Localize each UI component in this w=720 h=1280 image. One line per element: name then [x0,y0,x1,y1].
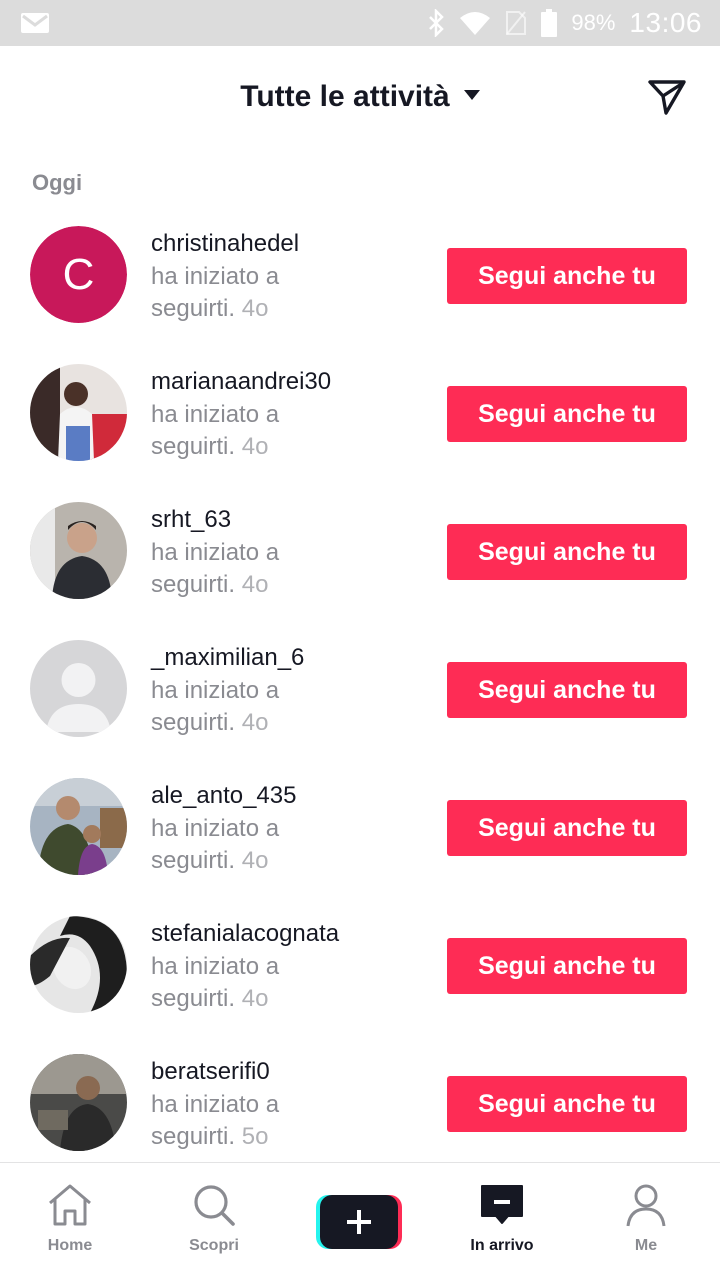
activity-line-2: seguirti. [151,709,236,736]
follow-back-button[interactable]: Segui anche tu [447,938,687,994]
activity-line-1: ha iniziato a [151,953,280,980]
activity-text: ha iniziato a seguirti. 4o [151,813,351,877]
activity-line-2: seguirti. [151,571,236,598]
wifi-icon [460,12,491,35]
follow-back-button[interactable]: Segui anche tu [447,524,687,580]
nav-me[interactable]: Me [591,1183,701,1255]
activity-line-1: ha iniziato a [151,1091,280,1118]
nav-discover-label: Scopri [189,1237,239,1254]
follow-back-button[interactable]: Segui anche tu [447,386,687,442]
avatar[interactable] [30,364,127,461]
nav-home-label: Home [47,1237,93,1254]
activity-line-1: ha iniziato a [151,539,280,566]
follow-back-button[interactable]: Segui anche tu [447,1076,687,1132]
activity-line-2: seguirti. [151,1123,236,1150]
follow-back-button[interactable]: Segui anche tu [447,800,687,856]
list-item: beratserifi0 ha iniziato a seguirti. 5o S… [0,1036,720,1174]
username[interactable]: _maximilian_6 [151,644,304,672]
nav-inbox-label: In arrivo [470,1237,534,1254]
follow-back-button[interactable]: Segui anche tu [447,248,687,304]
avatar[interactable] [30,502,127,599]
username[interactable]: srht_63 [151,506,231,534]
search-icon [194,1185,235,1226]
create-video-button[interactable] [316,1195,402,1249]
activity-text: ha iniziato a seguirti. 5o [151,1089,351,1153]
activity-line-2: seguirti. [151,433,236,460]
user-photo [30,364,127,461]
activity-text: ha iniziato a seguirti. 4o [151,261,351,325]
list-item: ale_anto_435 ha iniziato a seguirti. 4o S… [0,760,720,898]
time-ago: 4o [241,571,269,598]
inbox-icon [481,1185,523,1224]
battery-percentage: 98% [571,10,616,35]
follow-back-button[interactable]: Segui anche tu [447,662,687,718]
activity-text: ha iniziato a seguirti. 4o [151,675,351,739]
username[interactable]: ale_anto_435 [151,782,296,810]
letter-avatar-icon: C [30,226,127,323]
avatar[interactable] [30,778,127,875]
default-avatar-icon [30,640,127,737]
activity-line-1: ha iniziato a [151,815,280,842]
user-photo [30,1054,127,1151]
time-ago: 4o [241,985,269,1012]
activity-line-2: seguirti. [151,295,236,322]
activity-line-2: seguirti. [151,847,236,874]
direct-messages-button[interactable] [646,76,688,118]
activity-filter-dropdown[interactable]: Tutte le attività [0,80,720,114]
nav-inbox[interactable]: In arrivo [447,1183,557,1255]
avatar[interactable] [30,640,127,737]
activity-text: ha iniziato a seguirti. 4o [151,537,351,601]
status-clock: 13:06 [629,7,702,38]
list-item: srht_63 ha iniziato a seguirti. 4o Segui … [0,484,720,622]
list-item: marianaandrei30 ha iniziato a seguirti. 4… [0,346,720,484]
home-icon [49,1184,91,1226]
nav-home[interactable]: Home [15,1183,125,1255]
user-photo [30,916,127,1013]
bottom-navigation: Home Scopri In arrivo Me [0,1162,720,1280]
time-ago: 4o [241,295,269,322]
time-ago: 4o [241,709,269,736]
time-ago: 5o [241,1123,269,1150]
activity-line-1: ha iniziato a [151,677,280,704]
list-item: _maximilian_6 ha iniziato a seguirti. 4o … [0,622,720,760]
username[interactable]: marianaandrei30 [151,368,331,396]
nav-me-label: Me [634,1237,658,1254]
activity-line-1: ha iniziato a [151,263,280,290]
user-photo [30,778,127,875]
bluetooth-icon [429,9,445,37]
user-photo [30,502,127,599]
page-title: Tutte le attività [240,80,450,113]
avatar[interactable]: C [30,226,127,323]
battery-icon [541,9,558,37]
profile-icon [626,1184,666,1227]
list-item: stefanialacognata ha iniziato a seguirti.… [0,898,720,1036]
inbox-header: Tutte le attività [0,46,720,150]
activity-line-2: seguirti. [151,985,236,1012]
paper-plane-icon [648,80,686,115]
no-sim-icon [506,11,527,35]
avatar[interactable] [30,916,127,1013]
activity-text: ha iniziato a seguirti. 4o [151,399,351,463]
caret-down-icon [463,90,480,101]
gmail-notification-icon [21,13,49,33]
plus-icon [316,1195,402,1249]
username[interactable]: beratserifi0 [151,1058,270,1086]
time-ago: 4o [241,433,269,460]
activity-line-1: ha iniziato a [151,401,280,428]
avatar-letter: C [63,250,95,299]
list-item: C christinahedel ha iniziato a seguirti. … [0,208,720,346]
section-label-today: Oggi [32,170,83,195]
time-ago: 4o [241,847,269,874]
notification-list: C christinahedel ha iniziato a seguirti. … [0,208,720,1174]
username[interactable]: christinahedel [151,230,299,258]
avatar[interactable] [30,1054,127,1151]
status-bar: 98% 13:06 [0,0,720,46]
username[interactable]: stefanialacognata [151,920,339,948]
nav-discover[interactable]: Scopri [159,1183,269,1255]
activity-text: ha iniziato a seguirti. 4o [151,951,351,1015]
